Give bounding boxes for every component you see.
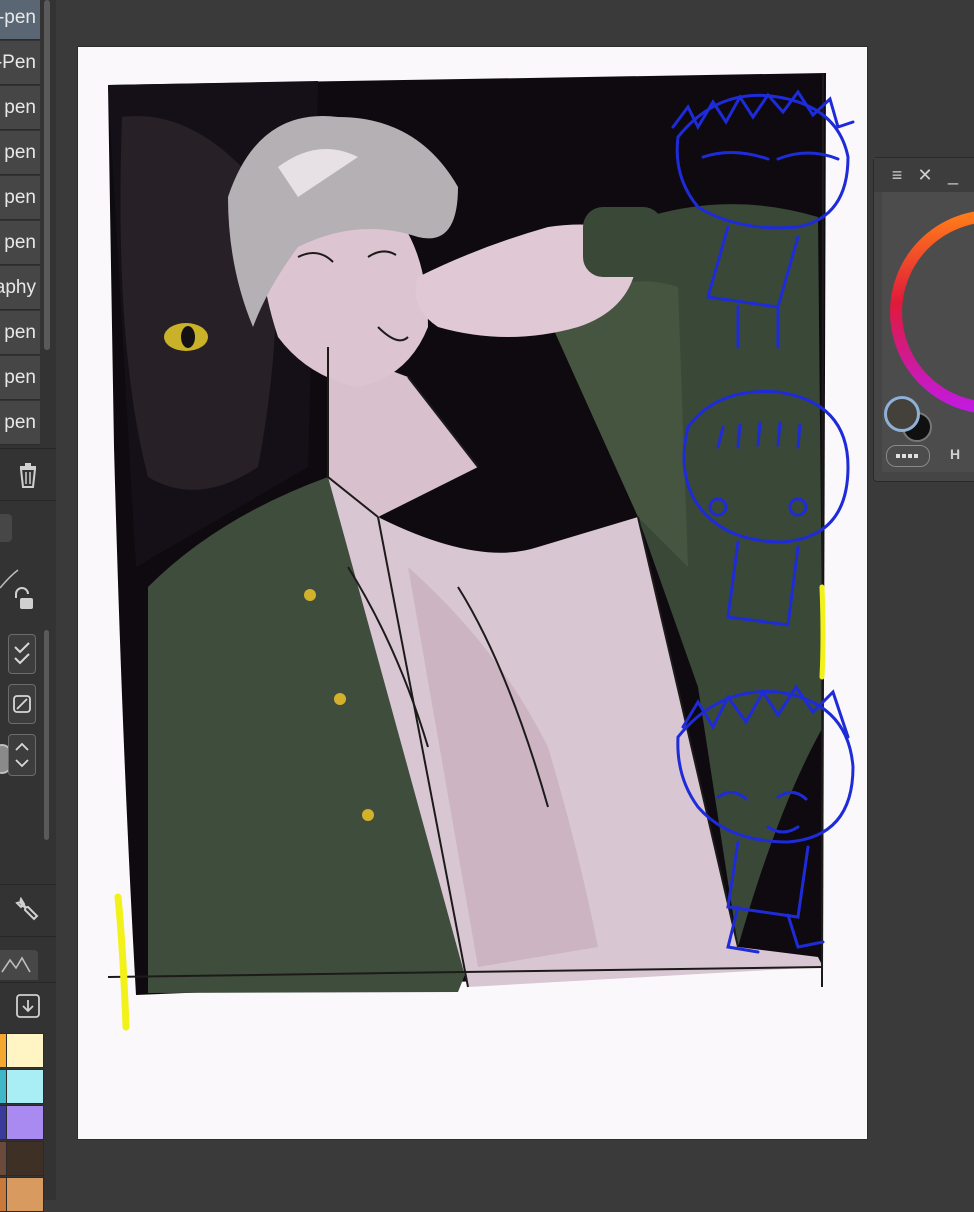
- brush-item[interactable]: Calligraphy: [0, 266, 40, 310]
- palette-swatch[interactable]: [6, 1105, 44, 1140]
- panel-divider: [0, 500, 56, 501]
- close-icon[interactable]: ✕: [914, 163, 936, 187]
- color-wheel-area: H: [882, 192, 974, 472]
- panel-divider: [0, 936, 56, 937]
- brush-item[interactable]: G-pen: [0, 0, 40, 40]
- brush-item[interactable]: Turnip pen: [0, 86, 40, 130]
- reference-layer-button[interactable]: [8, 634, 36, 674]
- layer-panel-scrollbar[interactable]: [44, 630, 49, 840]
- hsv-mode-button[interactable]: H: [946, 444, 964, 464]
- clipping-button[interactable]: [8, 684, 36, 724]
- brush-item[interactable]: Milli pen: [0, 221, 40, 265]
- main-color-swatch[interactable]: [884, 396, 920, 432]
- color-wheel-window: ≡ ✕ _ H: [873, 157, 974, 482]
- brush-item[interactable]: Mapping pen: [0, 131, 40, 175]
- opacity-stepper[interactable]: [8, 734, 36, 776]
- tool-panel: G-penG-PenTurnip penMapping penRound pen…: [0, 0, 56, 1212]
- import-color-button[interactable]: [12, 990, 44, 1024]
- lock-layer-button[interactable]: [10, 584, 36, 614]
- spin-arrows-icon: [15, 742, 29, 768]
- panel-divider: [0, 448, 56, 449]
- material-tab[interactable]: [0, 950, 38, 980]
- panel-divider: [0, 982, 56, 983]
- delete-brush-button[interactable]: [10, 456, 46, 494]
- tool-settings-button[interactable]: [12, 890, 44, 928]
- window-title-bar[interactable]: ≡ ✕ _: [874, 158, 974, 192]
- palette-swatch[interactable]: [6, 1177, 44, 1212]
- no-entry-icon: [13, 695, 31, 713]
- palette-swatch[interactable]: [6, 1141, 44, 1176]
- wrench-icon: [15, 896, 39, 921]
- drawing-canvas[interactable]: [78, 47, 867, 1139]
- brush-item[interactable]: Round pen: [0, 176, 40, 220]
- download-icon: [16, 994, 40, 1018]
- brush-item[interactable]: Marker pen: [0, 311, 40, 355]
- palette-swatch[interactable]: [6, 1033, 44, 1068]
- brush-item[interactable]: Pixel pen: [0, 401, 40, 445]
- brush-item[interactable]: Ink pen: [0, 356, 40, 400]
- mountain-icon: [1, 956, 31, 973]
- brush-item[interactable]: G-Pen: [0, 41, 40, 85]
- trash-icon: [19, 463, 37, 488]
- minimize-icon[interactable]: _: [942, 163, 964, 187]
- transparent-color-button[interactable]: [886, 445, 930, 467]
- check-icon: [14, 642, 30, 665]
- brush-list-scrollbar[interactable]: [44, 0, 50, 350]
- layer-tab[interactable]: [0, 514, 12, 542]
- panel-divider: [0, 884, 56, 885]
- menu-icon[interactable]: ≡: [886, 163, 908, 187]
- lock-icon: [15, 587, 33, 609]
- palette-swatch[interactable]: [6, 1069, 44, 1104]
- artwork-illustration: [107, 72, 855, 1031]
